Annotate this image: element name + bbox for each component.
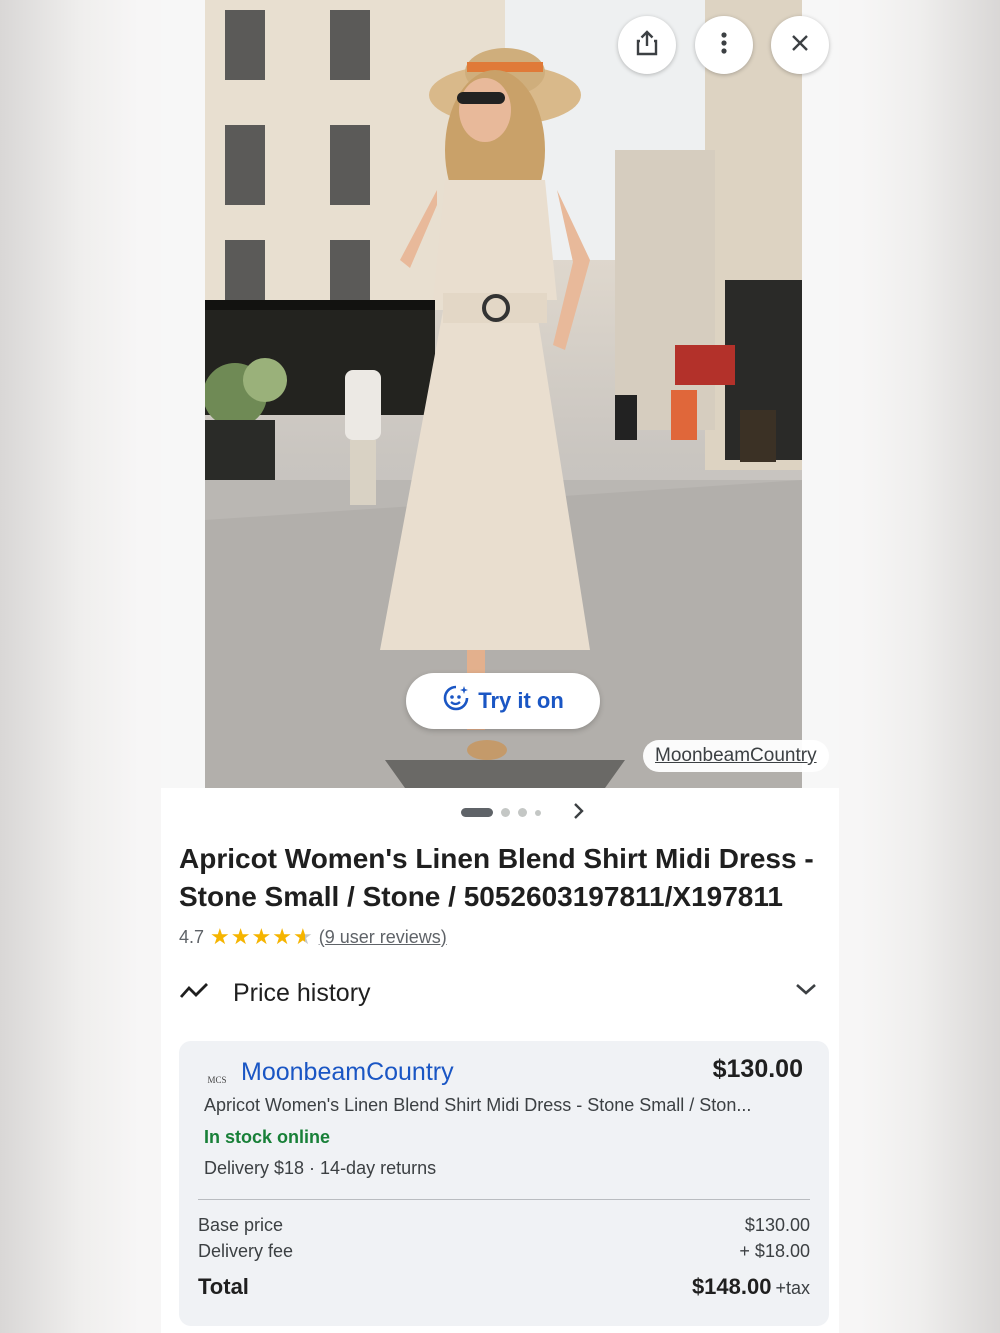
- delivery-info: Delivery $18 · 14-day returns: [204, 1158, 437, 1178]
- price-history-label: Price history: [233, 978, 371, 1007]
- offer-price: $130.00: [712, 1055, 803, 1083]
- total-label: Total: [198, 1274, 249, 1299]
- carousel-dot[interactable]: [501, 808, 510, 817]
- total-amount: $148.00: [691, 1274, 772, 1299]
- merchant-logo: MCS: [207, 1075, 227, 1085]
- more-options-button[interactable]: [695, 16, 753, 74]
- offer-description: Apricot Women's Linen Blend Shirt Midi D…: [204, 1095, 752, 1115]
- half-star-icon: ★: [292, 924, 313, 949]
- carousel-dot[interactable]: [461, 808, 493, 817]
- chevron-down-icon: [795, 982, 817, 1001]
- tax-label: +tax: [775, 1278, 810, 1298]
- delivery-fee-label: Delivery fee: [198, 1241, 294, 1261]
- close-icon: [790, 33, 810, 58]
- trending-line-icon: [179, 981, 211, 1006]
- share-icon: [635, 29, 659, 61]
- user-reviews-link[interactable]: (9 user reviews): [319, 927, 447, 948]
- try-it-on-button[interactable]: Try it on: [406, 673, 600, 729]
- merchant-offer-card[interactable]: MCS MoonbeamCountry $130.00 Apricot Wome…: [179, 1041, 829, 1326]
- star-icon: ★: [251, 924, 272, 949]
- base-price-label: Base price: [198, 1215, 284, 1235]
- star-icon: ★: [230, 924, 251, 949]
- divider: [198, 1199, 810, 1200]
- price-history-toggle[interactable]: Price history: [179, 970, 821, 1016]
- product-panel: Try it on MoonbeamCountry Apricot Women'…: [161, 0, 839, 1333]
- street-scene-illustration: [205, 0, 802, 788]
- image-source-link[interactable]: MoonbeamCountry: [643, 740, 829, 772]
- rating-stars: ★ ★ ★ ★ ★: [210, 926, 313, 948]
- total-value: $148.00 +tax: [692, 1274, 810, 1300]
- star-icon: ★: [272, 924, 292, 949]
- base-price-value: $130.00: [744, 1215, 810, 1235]
- carousel-dot[interactable]: [535, 809, 541, 816]
- share-button[interactable]: [618, 16, 676, 74]
- try-it-on-label: Try it on: [478, 688, 564, 713]
- rating-row: 4.7 ★ ★ ★ ★ ★ (9 user reviews): [179, 926, 447, 948]
- delivery-fee-value: + $18.00: [739, 1241, 810, 1261]
- carousel-dot[interactable]: [518, 808, 527, 817]
- merchant-name-link[interactable]: MoonbeamCountry: [241, 1058, 454, 1087]
- carousel-indicator: [461, 808, 541, 817]
- product-photo[interactable]: [205, 0, 802, 788]
- more-vert-icon: [720, 31, 728, 60]
- stock-status: In stock online: [204, 1127, 331, 1147]
- close-button[interactable]: [771, 16, 829, 74]
- carousel-next-button[interactable]: [568, 800, 588, 826]
- product-title: Apricot Women's Linen Blend Shirt Midi D…: [179, 843, 814, 912]
- star-icon: ★: [210, 924, 230, 949]
- product-image-area: Try it on MoonbeamCountry: [161, 0, 839, 788]
- rating-value: 4.7: [179, 926, 205, 947]
- virtual-try-on-icon: [442, 684, 470, 718]
- chevron-right-icon: [572, 802, 584, 825]
